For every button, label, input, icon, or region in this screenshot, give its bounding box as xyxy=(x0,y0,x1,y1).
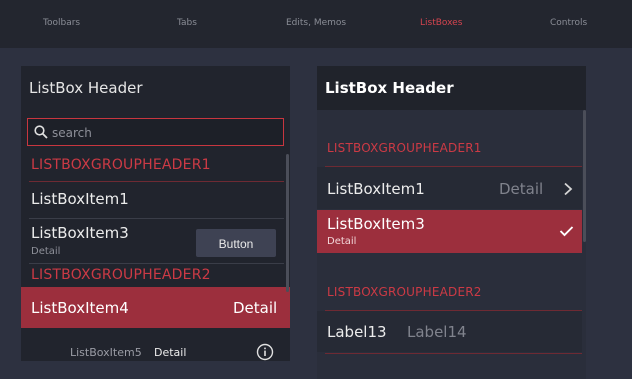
divider xyxy=(29,218,284,219)
list-item-5-detail: Detail xyxy=(154,346,187,359)
tab-toolbars[interactable]: Toolbars xyxy=(43,18,80,28)
search-field[interactable]: search xyxy=(27,118,284,146)
item-button[interactable]: Button xyxy=(196,229,276,257)
scrollbar[interactable] xyxy=(286,154,289,292)
tab-listboxes[interactable]: ListBoxes xyxy=(420,18,462,28)
list-item-4-detail: Detail xyxy=(233,299,278,317)
info-icon[interactable] xyxy=(256,343,274,361)
tab-controls[interactable]: Controls xyxy=(550,18,587,28)
list-item-1[interactable]: ListBoxItem1 xyxy=(31,190,129,208)
list-item-3-label: ListBoxItem3 xyxy=(327,215,425,233)
labels-row: Label13 Label14 xyxy=(317,311,582,352)
right-header-bar: ListBox Header xyxy=(317,66,586,110)
group-header-1: LISTBOXGROUPHEADER1 xyxy=(31,157,211,173)
search-icon xyxy=(34,125,48,139)
tab-tabs[interactable]: Tabs xyxy=(177,18,197,28)
chevron-right-icon xyxy=(564,182,573,196)
list-item-1-label: ListBoxItem1 xyxy=(327,180,425,198)
left-listbox: ListBox Header search LISTBOXGROUPHEADER… xyxy=(21,66,290,361)
right-listbox: ListBox Header LISTBOXGROUPHEADER1 ListB… xyxy=(317,66,586,379)
list-item-5-label[interactable]: ListBoxItem5 xyxy=(70,346,142,359)
list-item-1-detail: Detail xyxy=(499,180,544,198)
list-item-3[interactable]: ListBoxItem3 xyxy=(31,224,129,242)
divider xyxy=(29,181,284,182)
right-listbox-header: ListBox Header xyxy=(325,79,454,97)
divider xyxy=(325,353,582,354)
group-header-2: LISTBOXGROUPHEADER2 xyxy=(327,285,482,299)
label-13: Label13 xyxy=(327,323,387,341)
search-placeholder: search xyxy=(52,126,92,140)
list-item-3-detail: Detail xyxy=(327,236,357,247)
list-item-4-selected[interactable]: ListBoxItem4 Detail xyxy=(21,287,290,328)
group-header-2: LISTBOXGROUPHEADER2 xyxy=(31,267,211,283)
divider xyxy=(29,263,284,264)
group-header-1: LISTBOXGROUPHEADER1 xyxy=(327,141,482,155)
list-item-1-row[interactable]: ListBoxItem1 Detail xyxy=(317,167,582,209)
checkmark-icon xyxy=(559,226,574,237)
label-14: Label14 xyxy=(407,323,467,341)
left-listbox-header: ListBox Header xyxy=(29,79,143,97)
list-item-3-selected[interactable]: ListBoxItem3 Detail xyxy=(317,210,582,253)
tab-edits-memos[interactable]: Edits, Memos xyxy=(286,18,346,28)
list-item-3-detail: Detail xyxy=(31,246,61,257)
top-navigation: Toolbars Tabs Edits, Memos ListBoxes Con… xyxy=(0,0,632,48)
list-item-4-label: ListBoxItem4 xyxy=(31,299,129,317)
scrollbar[interactable] xyxy=(583,110,586,242)
